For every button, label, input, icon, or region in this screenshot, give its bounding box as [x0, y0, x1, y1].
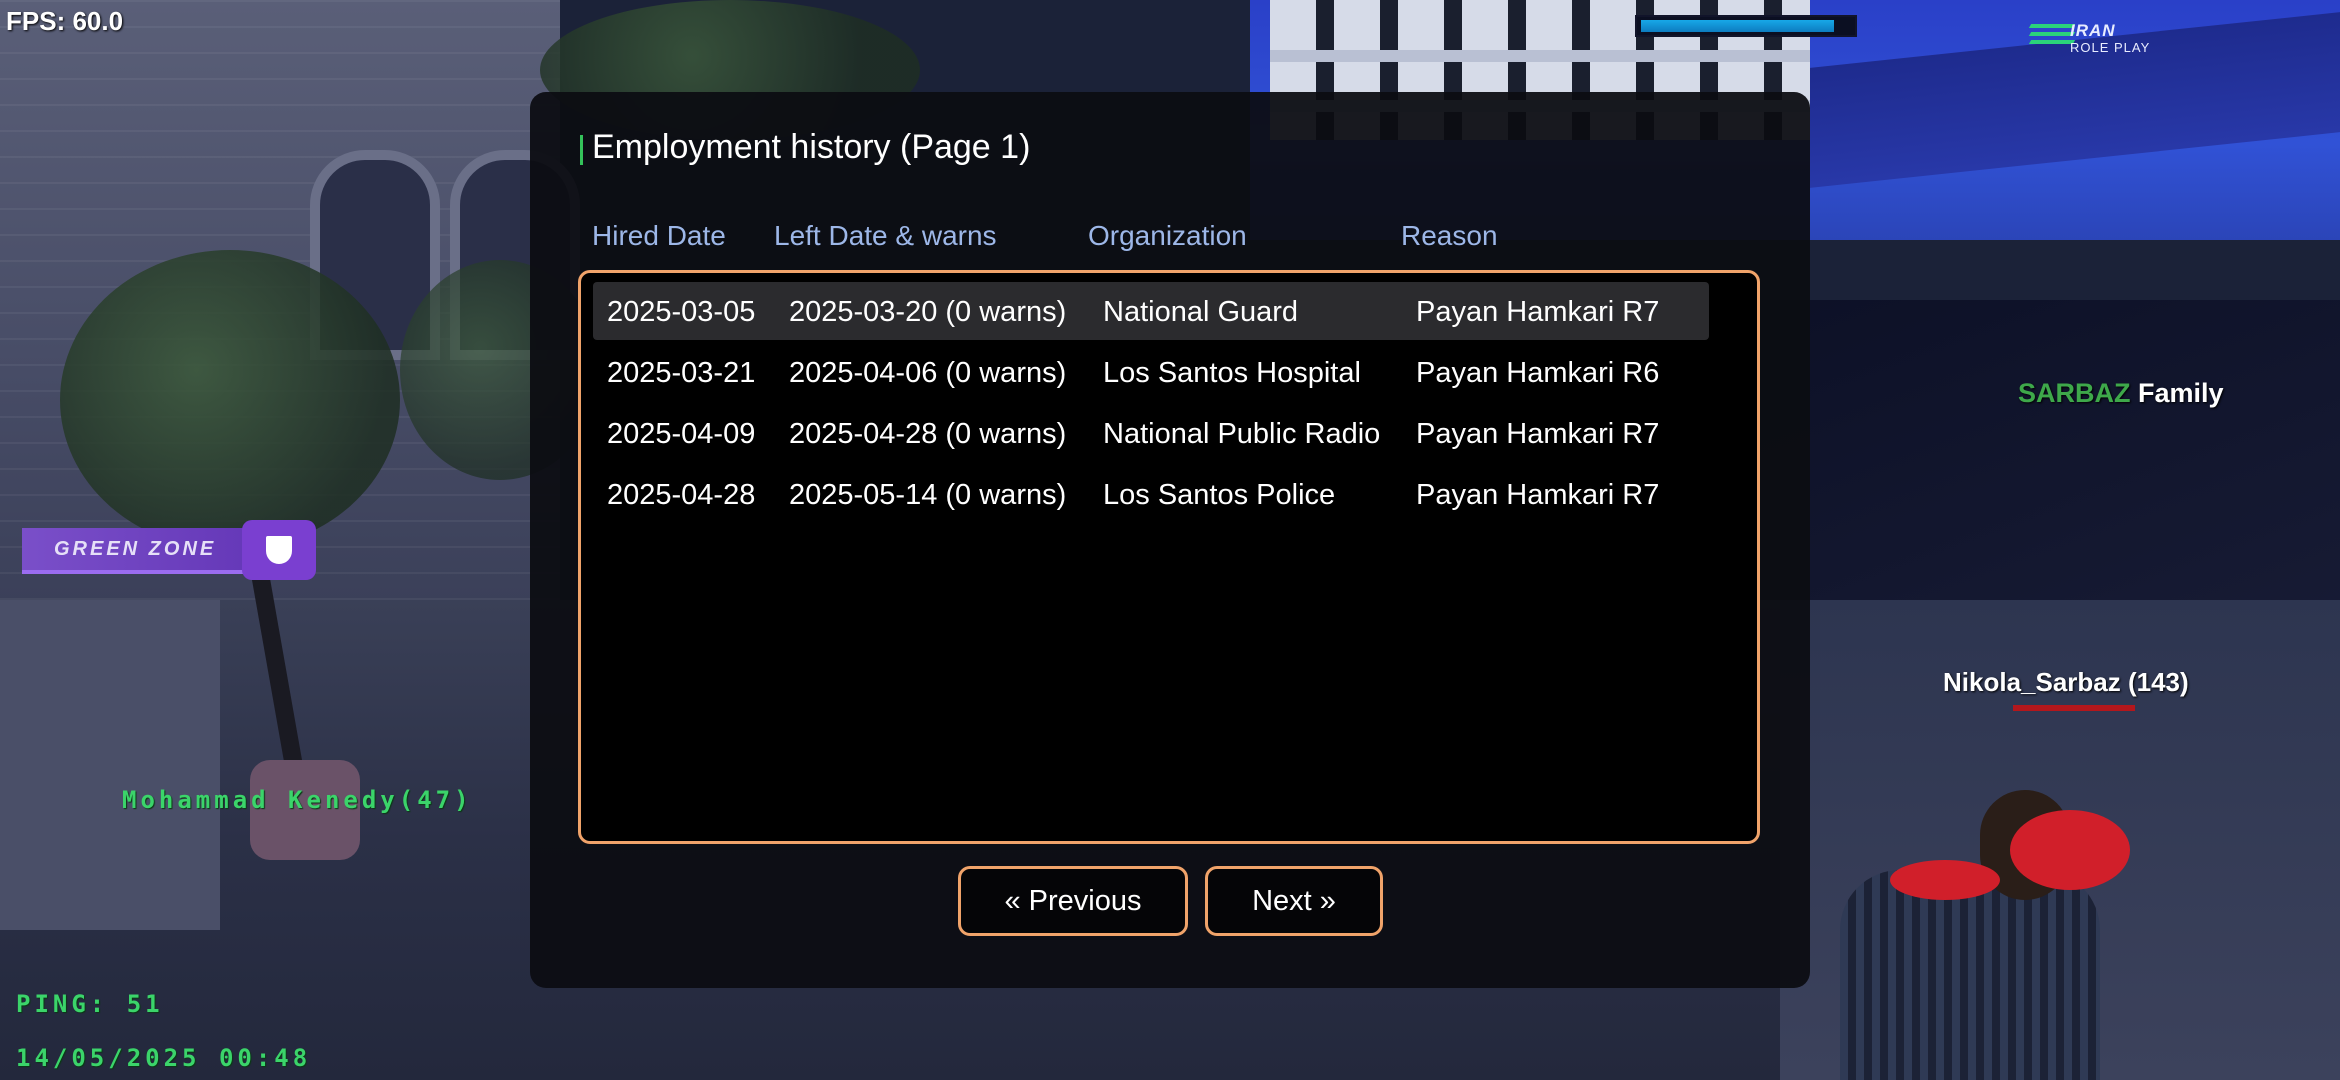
- logo-subtitle: ROLE PLAY: [2070, 40, 2151, 55]
- planter: [0, 600, 220, 930]
- logo-title: IRAN: [2070, 21, 2116, 40]
- column-header-organization: Organization: [1088, 220, 1247, 251]
- cell-organization: Los Santos Hospital: [1103, 357, 1361, 389]
- shield-icon: [266, 536, 292, 564]
- next-page-button[interactable]: Next »: [1205, 866, 1383, 936]
- ping-readout: PING: 51: [16, 990, 164, 1018]
- cell-reason: Payan Hamkari R7: [1416, 479, 1660, 511]
- cell-organization: Los Santos Police: [1103, 479, 1336, 511]
- cell-left-date: 2025-04-28 (0 warns): [789, 418, 1067, 450]
- player-health-bar: [2013, 705, 2135, 711]
- dialog-title: Employment history (Page 1): [578, 128, 1030, 167]
- cell-reason: Payan Hamkari R7: [1416, 296, 1660, 328]
- cell-hired-date: 2025-03-05: [607, 296, 756, 328]
- zone-label: GREEN ZONE: [54, 538, 217, 560]
- cell-left-date: 2025-04-06 (0 warns): [789, 357, 1067, 389]
- table-row[interactable]: 2025-04-28 2025-05-14 (0 warns) Los Sant…: [593, 465, 1709, 523]
- fps-counter: FPS: 60.0: [6, 6, 124, 36]
- cell-reason: Payan Hamkari R6: [1416, 357, 1660, 389]
- cell-hired-date: 2025-03-21: [607, 357, 756, 389]
- player-nametag: Nikola_Sarbaz (143): [1943, 667, 2189, 697]
- zone-indicator: GREEN ZONE: [22, 528, 252, 574]
- npc-nametag: Mohammad Kenedy(47): [122, 786, 473, 814]
- table-header: Hired Date Left Date & warns Organizatio…: [592, 220, 1752, 260]
- tree: [60, 250, 400, 550]
- date-time-readout: 14/05/2025 00:48: [16, 1044, 312, 1072]
- cell-left-date: 2025-03-20 (0 warns): [789, 296, 1067, 328]
- zone-shield-badge: [242, 520, 316, 580]
- cell-hired-date: 2025-04-09: [607, 418, 756, 450]
- cell-hired-date: 2025-04-28: [607, 479, 756, 511]
- employment-history-dialog: Employment history (Page 1) Hired Date L…: [530, 92, 1810, 988]
- health-bar-fill: [1641, 20, 1834, 32]
- tower-band: [1270, 50, 1810, 62]
- employment-list[interactable]: 2025-03-05 2025-03-20 (0 warns) National…: [578, 270, 1760, 844]
- column-header-left-date: Left Date & warns: [774, 220, 997, 251]
- previous-page-button[interactable]: « Previous: [958, 866, 1188, 936]
- family-word: Family: [2138, 378, 2224, 408]
- table-row[interactable]: 2025-03-21 2025-04-06 (0 warns) Los Sant…: [593, 343, 1709, 401]
- column-header-reason: Reason: [1401, 220, 1498, 251]
- table-row[interactable]: 2025-03-05 2025-03-20 (0 warns) National…: [593, 282, 1709, 340]
- family-tag: SARBAZ Family: [2018, 378, 2224, 409]
- cell-organization: National Guard: [1103, 296, 1299, 328]
- column-header-hired-date: Hired Date: [592, 220, 726, 251]
- table-row[interactable]: 2025-04-09 2025-04-28 (0 warns) National…: [593, 404, 1709, 462]
- player-character: [1840, 870, 2100, 1080]
- cell-organization: National Public Radio: [1103, 418, 1381, 450]
- logo-lines-icon: [2028, 20, 2076, 60]
- player-character-bandana: [1890, 860, 2000, 900]
- cell-reason: Payan Hamkari R7: [1416, 418, 1660, 450]
- cell-left-date: 2025-05-14 (0 warns): [789, 479, 1067, 511]
- family-name: SARBAZ: [2018, 378, 2131, 408]
- player-character-hat: [2010, 810, 2130, 890]
- health-bar: [1635, 15, 1857, 37]
- server-logo: IRAN ROLE PLAY: [2028, 20, 2180, 60]
- dialog-title-text: Employment history (Page 1): [592, 128, 1031, 166]
